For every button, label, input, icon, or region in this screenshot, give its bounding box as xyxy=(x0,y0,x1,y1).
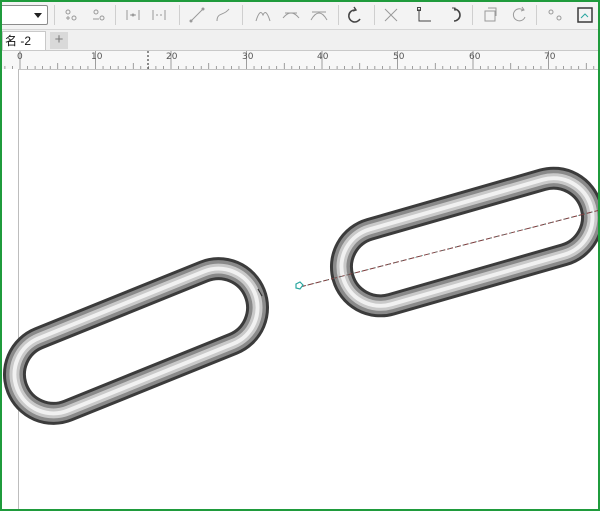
artwork xyxy=(2,166,600,425)
node-marker-icon[interactable] xyxy=(295,281,304,290)
chain-link-left[interactable] xyxy=(2,257,270,425)
drawing-canvas[interactable] xyxy=(2,70,598,509)
chain-link-right[interactable] xyxy=(329,166,600,318)
window-frame: 名 -2 + 0 10 20 30 40 50 60 70 xyxy=(0,0,600,511)
